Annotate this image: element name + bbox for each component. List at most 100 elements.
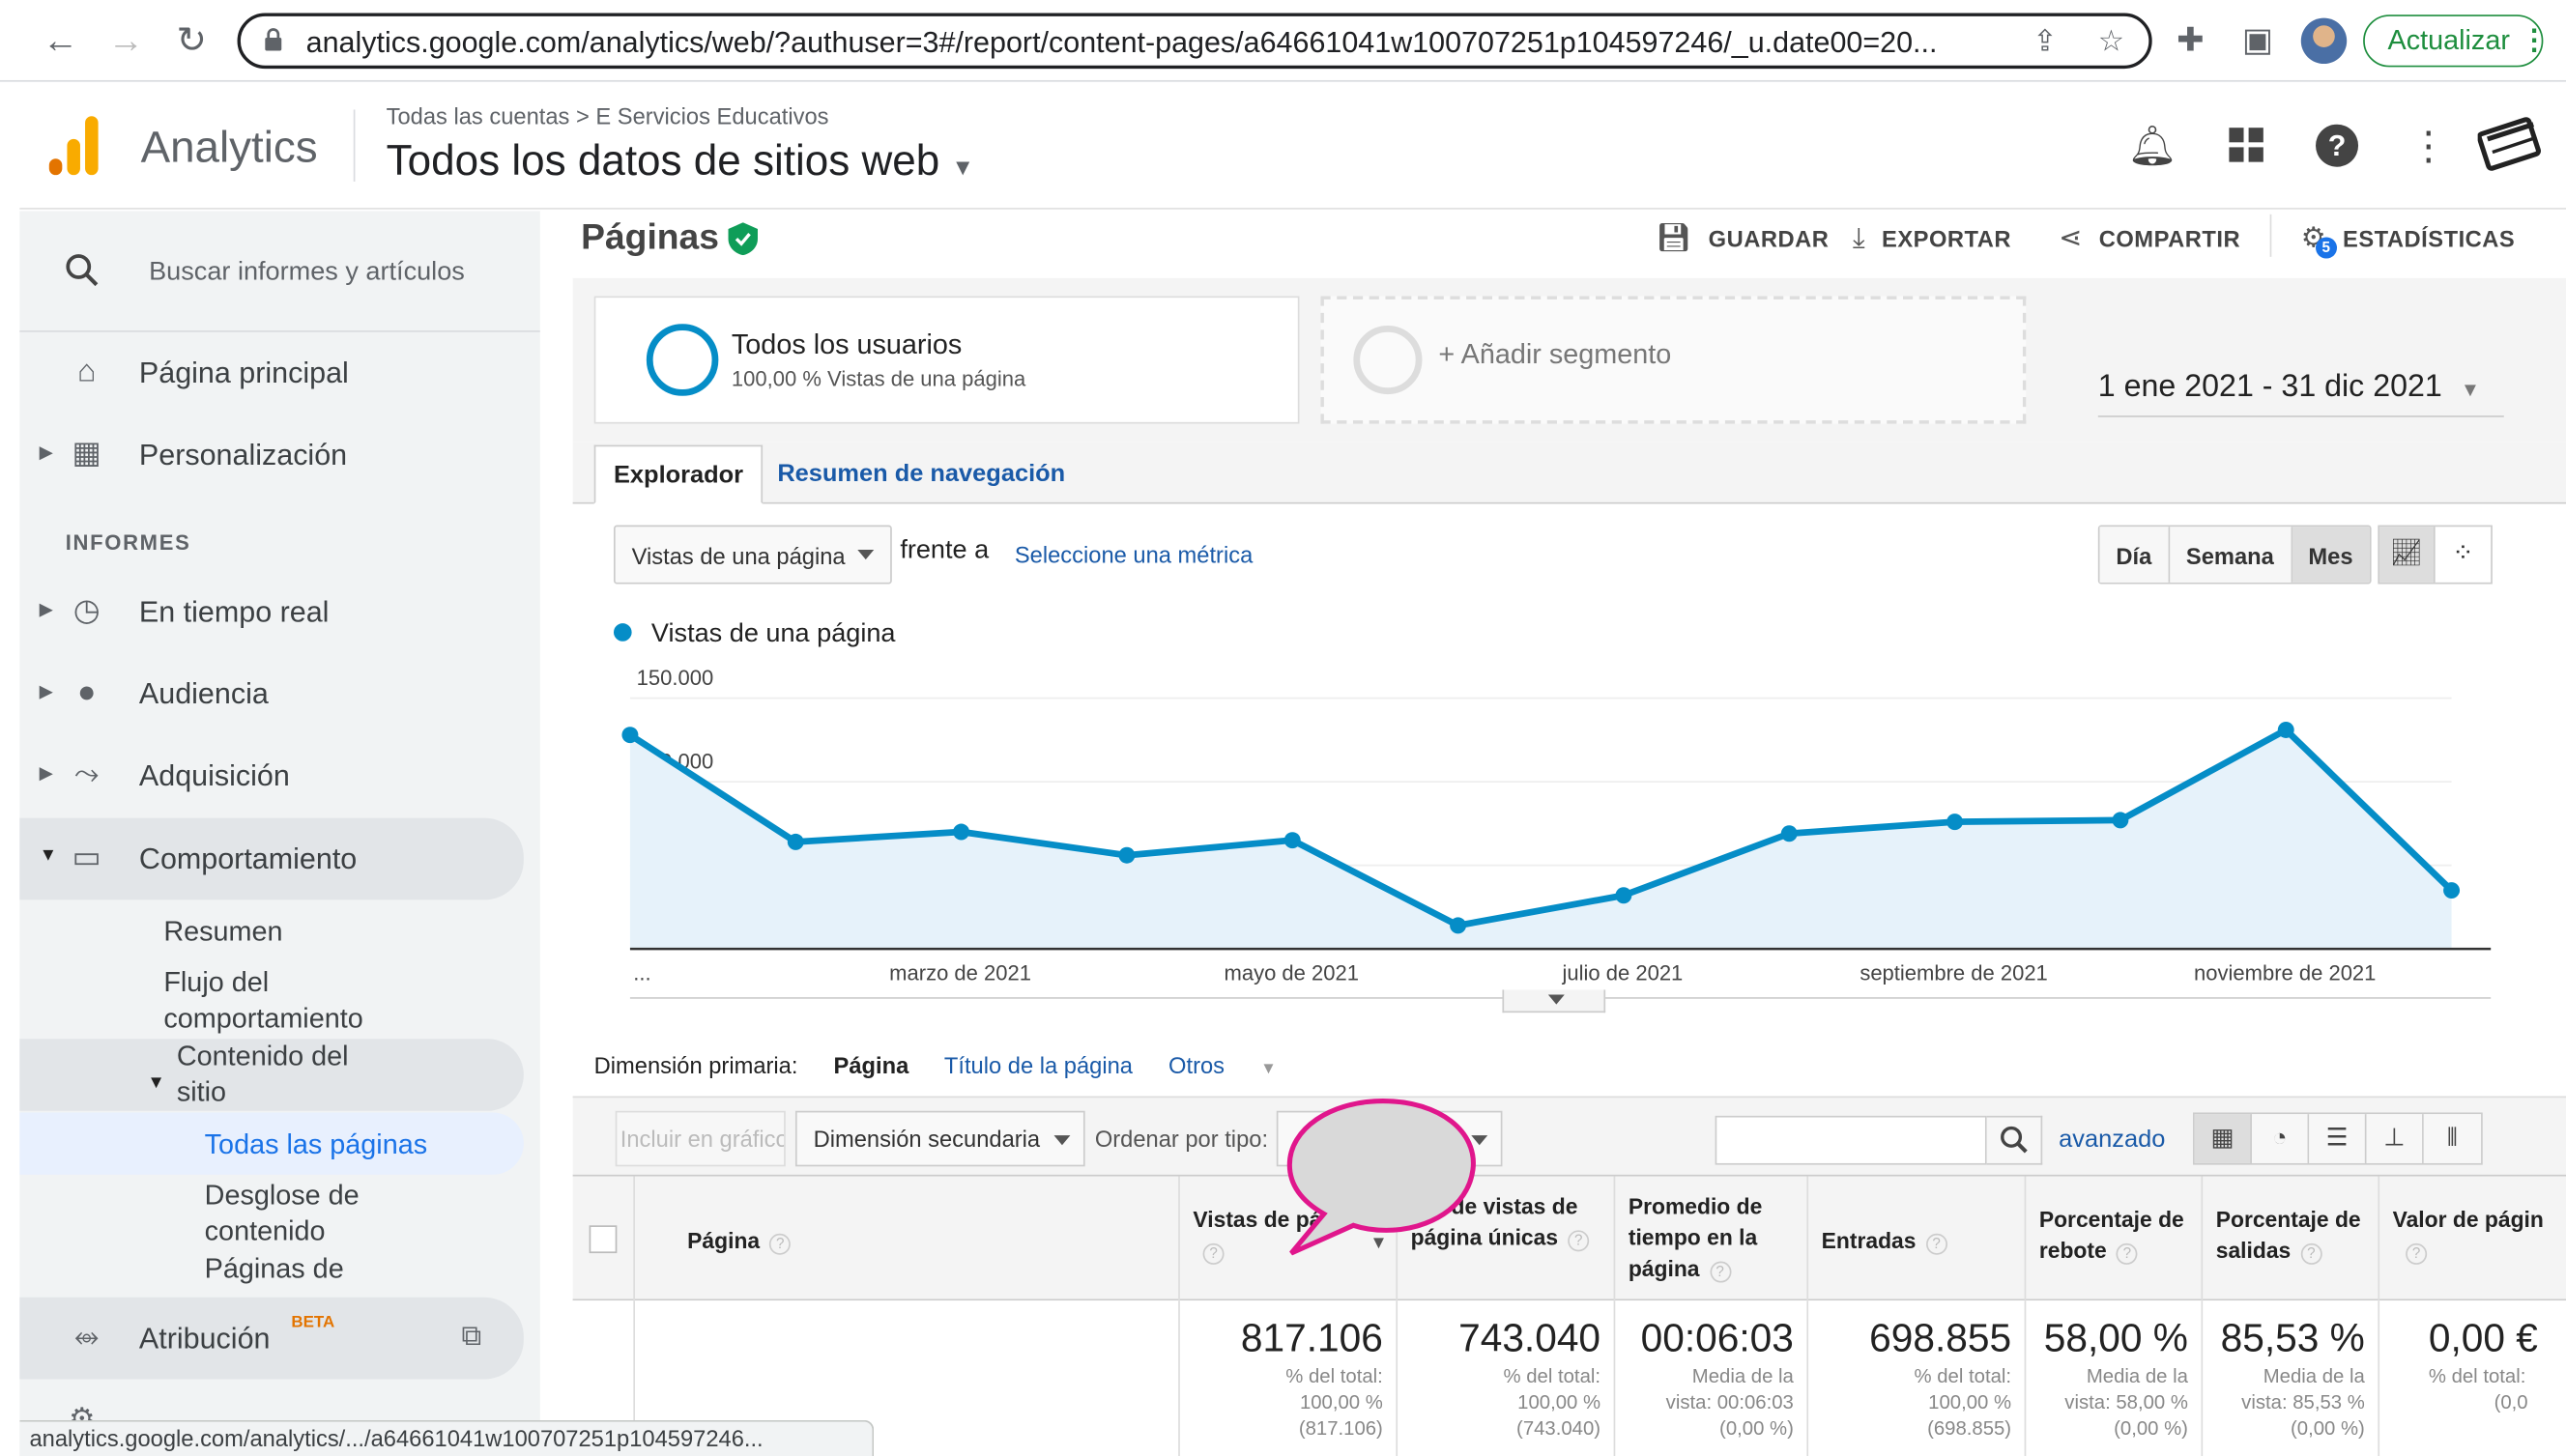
sidebar-search[interactable]: Buscar informes y artículos bbox=[19, 211, 540, 332]
tab-explorer[interactable]: Explorador bbox=[593, 444, 764, 504]
total-sub: (0,00 %) bbox=[2291, 1416, 2365, 1441]
granularity-week[interactable]: Semana bbox=[2169, 527, 2292, 583]
share-button[interactable]: ⋖ COMPARTIR bbox=[2059, 222, 2240, 255]
status-bar-url: analytics.google.com/analytics/.../a6466… bbox=[19, 1419, 875, 1456]
col-page[interactable]: Página? bbox=[633, 1176, 1178, 1302]
sidebar-item-label: En tiempo real bbox=[138, 595, 330, 629]
caret-down-icon bbox=[1053, 1135, 1071, 1146]
help-icon[interactable]: ? bbox=[2116, 1242, 2138, 1265]
sidebar-item-drilldown[interactable]: Desglose de contenido bbox=[205, 1178, 385, 1250]
avatar[interactable] bbox=[2300, 17, 2348, 65]
table-search-input[interactable] bbox=[1715, 1115, 1987, 1165]
col-exit-rate[interactable]: Porcentaje de salidas? bbox=[2201, 1176, 2378, 1302]
tab-navigation-summary[interactable]: Resumen de navegación bbox=[760, 445, 1083, 504]
dimension-page-title[interactable]: Título de la página bbox=[944, 1052, 1133, 1078]
secondary-dimension-dropdown[interactable]: Dimensión secundaria bbox=[794, 1110, 1085, 1167]
help-icon[interactable]: ? bbox=[2406, 1242, 2428, 1265]
more-vert-icon[interactable]: ⋮ bbox=[2409, 123, 2449, 170]
col-entrances-label: Entradas bbox=[1821, 1228, 1917, 1254]
advanced-filter-link[interactable]: avanzado bbox=[2059, 1126, 2165, 1154]
page-title: Páginas bbox=[581, 215, 719, 257]
reload-icon[interactable]: ↻ bbox=[170, 19, 213, 62]
segment-all-users[interactable]: Todos los usuarios 100,00 % Vistas de un… bbox=[593, 296, 1300, 424]
export-button[interactable]: ⤓ EXPORTAR bbox=[1853, 222, 2011, 255]
more-vert-icon[interactable]: ⋮ bbox=[2521, 16, 2549, 64]
sidebar-item-customization[interactable]: ▶ ▦ Personalización bbox=[19, 417, 539, 493]
comparison-view-icon[interactable]: ⊥ bbox=[2366, 1114, 2424, 1163]
insights-badge: 5 bbox=[2316, 237, 2338, 259]
metric-dropdown[interactable]: Vistas de una página bbox=[613, 525, 892, 585]
sidebar-item-home[interactable]: ⌂ Página principal bbox=[19, 335, 539, 411]
share-label: COMPARTIR bbox=[2098, 225, 2241, 252]
address-bar[interactable]: analytics.google.com/analytics/web/?auth… bbox=[237, 13, 2152, 70]
total-sub: % del total: bbox=[1914, 1364, 2012, 1387]
sidebar-item-flow[interactable]: Flujo del comportamiento bbox=[163, 965, 425, 1038]
person-icon: ● bbox=[77, 675, 97, 710]
help-icon[interactable]: ? bbox=[2314, 123, 2359, 180]
data-point bbox=[2277, 722, 2294, 738]
save-button[interactable]: 💾︎ GUARDAR bbox=[1657, 222, 1830, 255]
col-bounce-rate[interactable]: Porcentaje de rebote? bbox=[2024, 1176, 2202, 1302]
insights-button[interactable]: ⚙ 5 ESTADÍSTICAS bbox=[2301, 222, 2515, 259]
add-segment-button[interactable]: + Añadir segmento bbox=[1320, 296, 2027, 424]
sidepanel-icon[interactable]: ▣ bbox=[2242, 19, 2273, 60]
sidebar-item-realtime[interactable]: ▶ ◷ En tiempo real bbox=[19, 574, 539, 649]
col-entrances[interactable]: Entradas? bbox=[1806, 1176, 2024, 1302]
help-icon[interactable]: ? bbox=[2300, 1242, 2322, 1265]
plot-rows-button[interactable]: Incluir en gráfico bbox=[615, 1110, 786, 1167]
total-sub: vista: 85,53 % bbox=[2241, 1390, 2365, 1414]
legend-label: Vistas de una página bbox=[650, 619, 896, 648]
bell-icon[interactable]: 🔔︎ bbox=[2127, 123, 2177, 170]
external-link-icon[interactable]: ⧉ bbox=[462, 1320, 482, 1353]
url-text: analytics.google.com/analytics/web/?auth… bbox=[305, 26, 1938, 59]
speech-bubble-annotation bbox=[1286, 1099, 1476, 1256]
total-value: 58,00 % bbox=[2043, 1317, 2188, 1361]
motion-chart-icon[interactable]: ⁘ bbox=[2436, 527, 2492, 583]
dimension-page[interactable]: Página bbox=[834, 1052, 909, 1078]
help-icon[interactable]: ? bbox=[1202, 1242, 1225, 1265]
granularity-month[interactable]: Mes bbox=[2292, 527, 2370, 583]
back-icon[interactable]: ← bbox=[40, 19, 82, 62]
col-page-value[interactable]: Valor de págin? bbox=[2378, 1176, 2566, 1302]
collapse-chart-button[interactable] bbox=[1502, 989, 1606, 1013]
apps-grid-icon[interactable] bbox=[2229, 123, 2264, 175]
star-icon[interactable]: ☆ bbox=[2098, 24, 2124, 59]
data-point bbox=[1283, 832, 1301, 849]
update-button[interactable]: Actualizar ⋮ bbox=[2363, 14, 2548, 68]
legend-dot bbox=[613, 623, 632, 642]
pivot-view-icon[interactable]: ⦀ bbox=[2423, 1114, 2482, 1163]
pie-view-icon[interactable]: ◔ bbox=[2251, 1114, 2310, 1163]
granularity-day[interactable]: Día bbox=[2099, 527, 2170, 583]
sidebar-item-audience[interactable]: ▶ ● Audiencia bbox=[19, 656, 539, 731]
sidebar-item-all-pages[interactable]: Todas las páginas bbox=[205, 1128, 427, 1163]
account-card-icon[interactable] bbox=[2476, 113, 2544, 184]
performance-view-icon[interactable]: ☰ bbox=[2309, 1114, 2367, 1163]
sidebar-item-label: Página principal bbox=[138, 357, 349, 390]
share-icon[interactable]: ⇪ bbox=[2033, 24, 2058, 59]
help-icon[interactable]: ? bbox=[769, 1233, 792, 1255]
select-all-checkbox[interactable] bbox=[589, 1225, 618, 1254]
col-value-label: Valor de págin bbox=[2392, 1207, 2544, 1233]
table-view-icon[interactable]: ▦ bbox=[2194, 1114, 2252, 1163]
extensions-icon[interactable]: ✚ bbox=[2177, 19, 2204, 60]
sidebar-item-site-content[interactable]: Contenido del sitio bbox=[177, 1039, 389, 1111]
sidebar-item-behavior[interactable]: ▼ ▭ Comportamiento bbox=[19, 821, 539, 897]
date-range-picker[interactable]: 1 ene 2021 - 31 dic 2021 ▼ bbox=[2098, 370, 2480, 406]
dimension-other[interactable]: Otros ▼ bbox=[1168, 1052, 1306, 1078]
sidebar-item-overview[interactable]: Resumen bbox=[163, 915, 282, 951]
analytics-logo-icon[interactable] bbox=[48, 116, 101, 176]
line-chart-icon[interactable]: 📈︎ bbox=[2379, 527, 2436, 583]
help-icon[interactable]: ? bbox=[1568, 1230, 1590, 1252]
col-avg-time[interactable]: Promedio de tiempo en la página? bbox=[1613, 1176, 1807, 1302]
table-search-button[interactable] bbox=[1986, 1115, 2043, 1165]
select-metric-link[interactable]: Seleccione una métrica bbox=[1015, 541, 1253, 567]
sidebar-item-landing[interactable]: Páginas de bbox=[205, 1251, 344, 1287]
sidebar-item-acquisition[interactable]: ▶ ⤳ Adquisición bbox=[19, 738, 539, 814]
help-icon[interactable]: ? bbox=[1925, 1233, 1947, 1255]
breadcrumb[interactable]: Todas las cuentas > E Servicios Educativ… bbox=[387, 103, 829, 129]
sidebar-item-attribution[interactable]: ⥈ Atribución BETA ⧉ bbox=[19, 1300, 539, 1376]
forward-icon[interactable]: → bbox=[104, 19, 147, 62]
help-icon[interactable]: ? bbox=[1709, 1261, 1731, 1283]
route-icon: ⥈ bbox=[73, 1320, 100, 1356]
view-selector[interactable]: Todos los datos de sitios web ▼ bbox=[387, 136, 974, 186]
